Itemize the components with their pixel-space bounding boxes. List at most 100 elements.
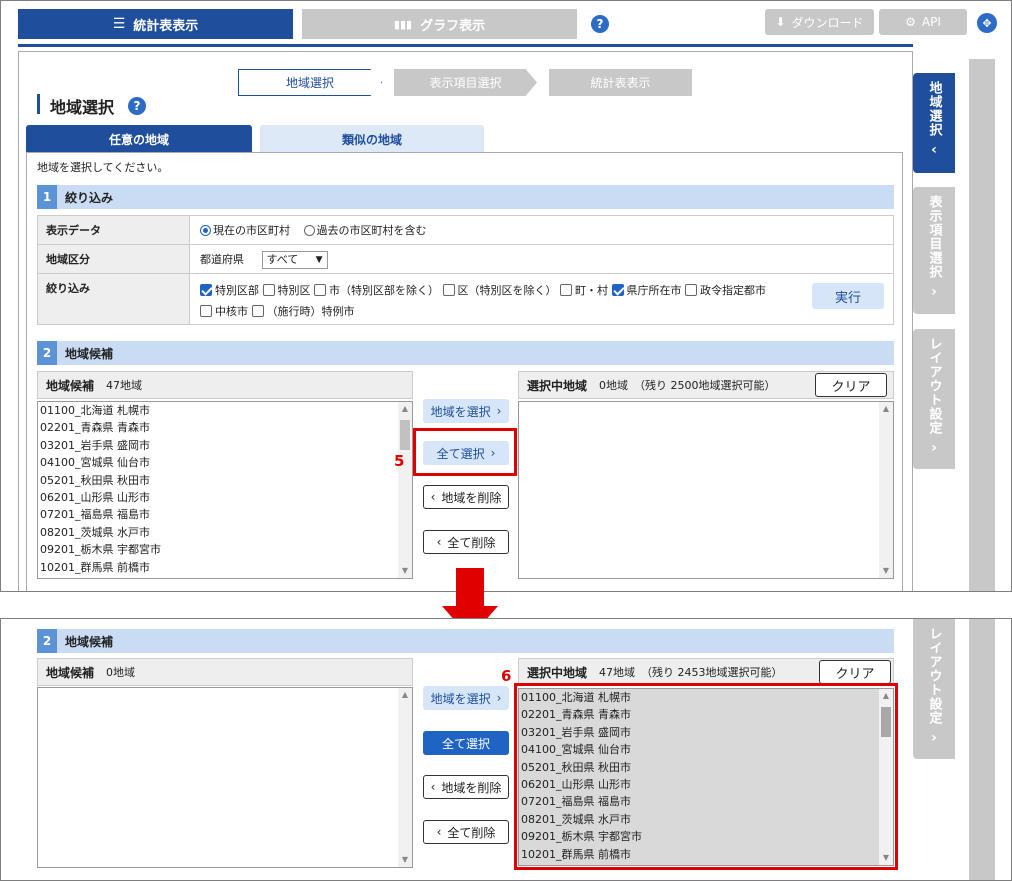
- scroll-up-icon[interactable]: ▲: [879, 689, 893, 703]
- check-core-city[interactable]: [200, 305, 212, 317]
- tab-any-region[interactable]: 任意の地域: [26, 125, 252, 153]
- page-scroll-rail[interactable]: [969, 619, 995, 880]
- list-item[interactable]: 08201_茨城県 水戸市: [521, 811, 893, 828]
- select-region-button[interactable]: 地域を選択 ›: [423, 686, 509, 710]
- list-item[interactable]: 05201_秋田県 秋田市: [40, 472, 412, 489]
- check-town-village[interactable]: [560, 284, 572, 296]
- selected-scrollbar[interactable]: ▲ ▼: [879, 402, 893, 578]
- candidates-header: 地域候補 47地域: [37, 371, 413, 399]
- side-tab-layout[interactable]: レイアウト設定 ›: [913, 329, 955, 469]
- scroll-thumb[interactable]: [400, 420, 410, 450]
- select-all-button[interactable]: 全て選択: [423, 731, 509, 755]
- list-item[interactable]: 09201_栃木県 宇都宮市: [521, 828, 893, 845]
- check-prefectural-capital[interactable]: [611, 284, 624, 296]
- section-candidates-header: 2 地域候補: [37, 629, 894, 653]
- scroll-up-icon[interactable]: ▲: [398, 402, 412, 416]
- chevron-left-icon: ‹: [430, 490, 436, 504]
- radio-current-municipality[interactable]: [200, 225, 211, 236]
- list-item[interactable]: 04100_宮城県 仙台市: [521, 741, 893, 758]
- main-frame-top-line: [18, 44, 913, 47]
- page-title: 地域選択: [50, 98, 115, 117]
- chevron-left-icon: ‹: [436, 535, 442, 549]
- title-bar: [37, 94, 40, 114]
- row-area-type: 地域区分 都道府県 すべて ▼: [37, 244, 894, 274]
- list-item[interactable]: 10201_群馬県 前橋市: [521, 846, 893, 863]
- tab-table-display[interactable]: ☰ 統計表表示: [18, 9, 293, 39]
- check-special-ward-area[interactable]: [200, 284, 212, 296]
- list-item[interactable]: 02201_青森県 青森市: [521, 706, 893, 723]
- tab-similar-region[interactable]: 類似の地域: [260, 125, 484, 153]
- step-region-select: 地域選択: [238, 69, 382, 96]
- delete-all-button[interactable]: ‹ 全て削除: [423, 820, 509, 844]
- narrow-options: 特別区部 特別区 市（特別区部を除く） 区（特別区を除く） 町・村 県庁所在市 …: [190, 274, 893, 324]
- check-city[interactable]: [314, 284, 326, 296]
- scroll-thumb[interactable]: [881, 707, 891, 737]
- list-item[interactable]: 09201_栃木県 宇都宮市: [40, 541, 412, 558]
- list-item[interactable]: 07201_福島県 福島市: [521, 793, 893, 810]
- scroll-up-icon[interactable]: ▲: [879, 402, 893, 416]
- step-table-display: 統計表表示: [549, 69, 692, 96]
- list-item[interactable]: 07201_福島県 福島市: [40, 506, 412, 523]
- list-item[interactable]: 05201_秋田県 秋田市: [521, 759, 893, 776]
- check-ward[interactable]: [442, 284, 455, 296]
- check-designated-city[interactable]: [685, 284, 697, 296]
- candidates-list[interactable]: ▲ ▼: [37, 687, 413, 868]
- expand-icon[interactable]: ✥: [977, 13, 997, 33]
- delete-all-button[interactable]: ‹ 全て削除: [423, 530, 509, 554]
- scroll-down-icon[interactable]: ▼: [398, 853, 412, 867]
- chevron-left-icon: ‹: [430, 780, 436, 794]
- candidates-scrollbar[interactable]: ▲ ▼: [398, 688, 412, 867]
- scroll-down-icon[interactable]: ▼: [879, 851, 893, 865]
- selected-list[interactable]: ▲ ▼: [518, 401, 894, 579]
- section-candidates-header: 2 地域候補: [37, 341, 894, 365]
- side-tab-layout[interactable]: レイアウト設定 ›: [913, 619, 955, 759]
- clear-button[interactable]: クリア: [815, 373, 887, 397]
- list-item[interactable]: 01100_北海道 札幌市: [40, 402, 412, 419]
- radio-include-past[interactable]: [303, 225, 315, 236]
- list-item[interactable]: 01100_北海道 札幌市: [521, 689, 893, 706]
- scroll-down-icon[interactable]: ▼: [879, 564, 893, 578]
- display-data-options: 現在の市区町村 過去の市区町村を含む: [190, 216, 893, 244]
- list-item[interactable]: 10201_群馬県 前橋市: [40, 559, 412, 576]
- candidates-header: 地域候補 0地域: [37, 658, 413, 686]
- side-tab-item-select[interactable]: 表示項目選択 ›: [913, 187, 955, 314]
- tab-graph-display[interactable]: ▮▮▮ グラフ表示: [302, 9, 577, 39]
- scroll-down-icon[interactable]: ▼: [398, 564, 412, 578]
- area-type-options: 都道府県 すべて ▼: [190, 245, 893, 273]
- list-item[interactable]: 03201_岩手県 盛岡市: [521, 724, 893, 741]
- scroll-up-icon[interactable]: ▲: [398, 688, 412, 702]
- list-item[interactable]: 06201_山形県 山形市: [521, 776, 893, 793]
- side-tab-region-select[interactable]: 地域選択 ‹: [913, 73, 955, 173]
- chevron-left-icon: ‹: [931, 142, 937, 158]
- bar-chart-icon: ▮▮▮: [393, 17, 413, 31]
- candidates-scrollbar[interactable]: ▲ ▼: [398, 402, 412, 578]
- candidates-list[interactable]: 01100_北海道 札幌市 02201_青森県 青森市 03201_岩手県 盛岡…: [37, 401, 413, 579]
- instruction-text: 地域を選択してください。: [37, 161, 169, 174]
- area-select[interactable]: すべて ▼: [261, 251, 328, 269]
- download-button[interactable]: ⬇ ダウンロード: [765, 9, 874, 35]
- selected-scrollbar[interactable]: ▲ ▼: [879, 689, 893, 865]
- list-icon: ☰: [112, 16, 126, 32]
- clear-button[interactable]: クリア: [819, 660, 891, 684]
- check-special-city[interactable]: [251, 305, 264, 317]
- title-help-icon[interactable]: ?: [128, 97, 146, 115]
- download-icon: ⬇: [775, 15, 786, 29]
- chevron-right-icon: ›: [496, 691, 502, 705]
- api-button[interactable]: ⚙ API: [879, 9, 967, 35]
- check-special-ward[interactable]: [262, 284, 275, 296]
- selected-list[interactable]: 01100_北海道 札幌市 02201_青森県 青森市 03201_岩手県 盛岡…: [518, 688, 894, 866]
- delete-region-button[interactable]: ‹ 地域を削除: [423, 485, 509, 509]
- run-button[interactable]: 実行: [812, 283, 884, 309]
- row-display-data: 表示データ 現在の市区町村 過去の市区町村を含む: [37, 215, 894, 245]
- step-item-select: 表示項目選択: [394, 69, 537, 96]
- select-region-button[interactable]: 地域を選択 ›: [423, 399, 509, 423]
- delete-region-button[interactable]: ‹ 地域を削除: [423, 775, 509, 799]
- list-item[interactable]: 08201_茨城県 水戸市: [40, 524, 412, 541]
- list-item[interactable]: 04100_宮城県 仙台市: [40, 454, 412, 471]
- help-icon[interactable]: ?: [591, 15, 609, 33]
- list-item[interactable]: 06201_山形県 山形市: [40, 489, 412, 506]
- list-item[interactable]: 02201_青森県 青森市: [40, 419, 412, 436]
- select-all-button[interactable]: 全て選択 ›: [423, 441, 509, 465]
- list-item[interactable]: 03201_岩手県 盛岡市: [40, 437, 412, 454]
- page-scroll-rail[interactable]: [969, 59, 995, 591]
